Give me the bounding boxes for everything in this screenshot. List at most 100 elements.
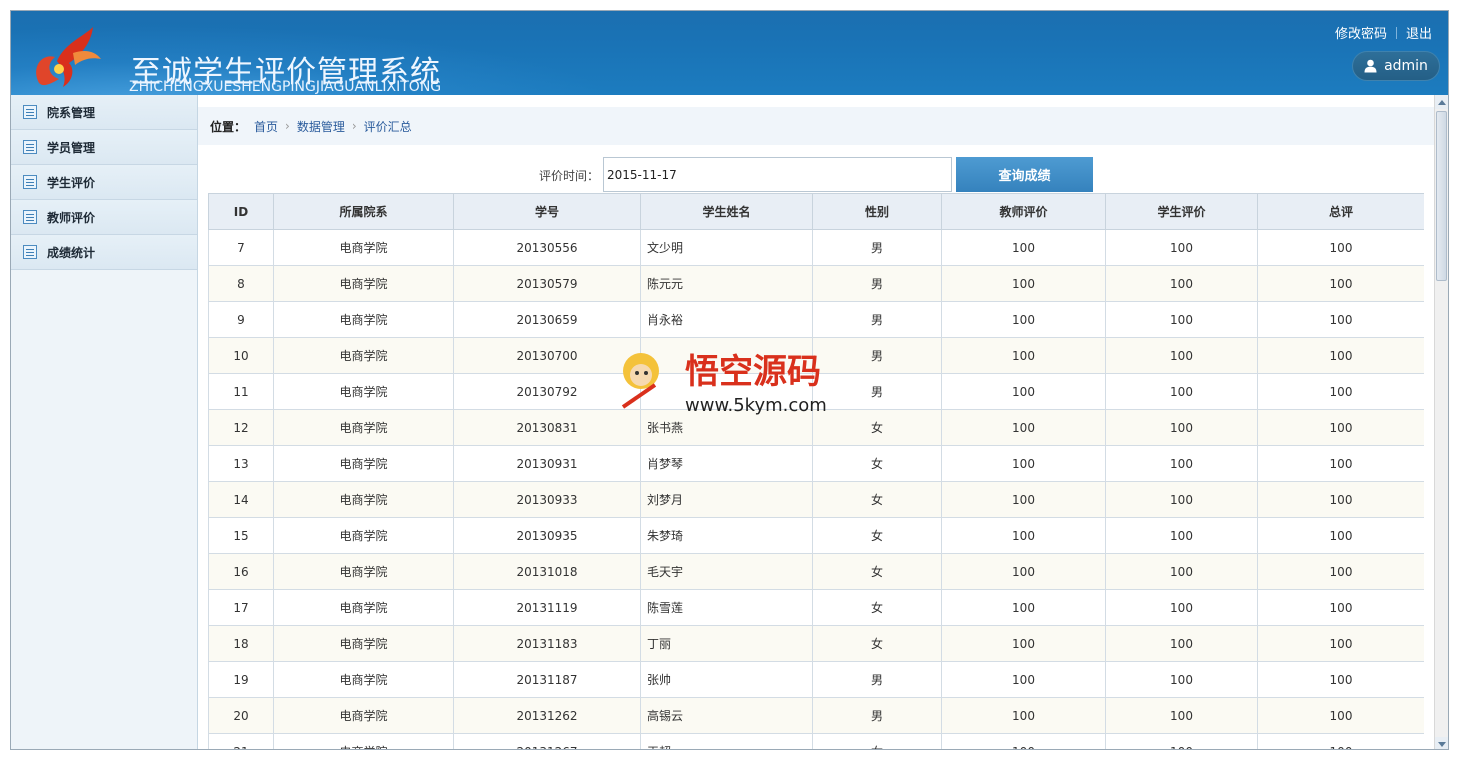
- table-cell: 100: [941, 265, 1106, 302]
- table-cell: 电商学院: [273, 445, 454, 482]
- table-cell: 陈雪莲: [640, 589, 813, 626]
- table-cell: 100: [1105, 589, 1258, 626]
- table-cell: 10: [208, 337, 274, 374]
- column-header: 教师评价: [941, 193, 1106, 230]
- table-cell: [640, 373, 813, 410]
- table-cell: 男: [812, 337, 942, 374]
- chevron-right-icon: ›: [351, 119, 357, 133]
- table-cell: 100: [1105, 337, 1258, 374]
- breadcrumb-home[interactable]: 首页: [254, 118, 278, 135]
- table-row: 13 电商学院 20130931 肖梦琴女 100 100 100: [208, 445, 1424, 482]
- user-icon: [1364, 59, 1377, 73]
- table-cell: 20131187: [453, 661, 641, 698]
- table-cell: 电商学院: [273, 553, 454, 590]
- table-cell: 11: [208, 373, 274, 410]
- breadcrumb-evaluation-summary[interactable]: 评价汇总: [364, 118, 412, 135]
- top-links: 修改密码 退出: [1335, 23, 1432, 42]
- table-cell: 张书燕: [640, 409, 813, 446]
- table-cell: 100: [941, 337, 1106, 374]
- table-cell: 100: [941, 625, 1106, 662]
- change-password-link[interactable]: 修改密码: [1335, 23, 1387, 42]
- table-cell: 电商学院: [273, 697, 454, 734]
- table-cell: 毛天宇: [640, 553, 813, 590]
- table-cell: 女: [812, 409, 942, 446]
- table-cell: 电商学院: [273, 661, 454, 698]
- table-cell: 100: [1257, 409, 1424, 446]
- table-cell: 王超: [640, 733, 813, 749]
- list-icon: [23, 105, 37, 119]
- table-cell: 100: [941, 661, 1106, 698]
- table-cell: 18: [208, 625, 274, 662]
- logo-icon: [36, 27, 101, 87]
- table-cell: 文少明: [640, 229, 813, 266]
- table-cell: 100: [1257, 301, 1424, 338]
- table-cell: 女: [812, 589, 942, 626]
- table-row: 15 电商学院 20130935 朱梦琦女 100 100 100: [208, 517, 1424, 554]
- table-cell: 女: [812, 553, 942, 590]
- breadcrumb: 位置： 首页 › 数据管理 › 评价汇总: [198, 107, 1436, 145]
- table-row: 7 电商学院 20130556 文少明男 100 100 100: [208, 229, 1424, 266]
- sidebar-item-label: 学员管理: [47, 140, 96, 155]
- user-menu[interactable]: admin: [1352, 51, 1440, 81]
- sidebar-item-departments[interactable]: 院系管理: [11, 95, 197, 130]
- logout-link[interactable]: 退出: [1406, 23, 1432, 42]
- table-cell: 20130700: [453, 337, 641, 374]
- sidebar-item-teacher-evaluation[interactable]: 教师评价: [11, 200, 197, 235]
- table-cell: 20130556: [453, 229, 641, 266]
- table-cell: 电商学院: [273, 265, 454, 302]
- sidebar-item-score-statistics[interactable]: 成绩统计: [11, 235, 197, 270]
- table-cell: 电商学院: [273, 733, 454, 749]
- table-cell: 电商学院: [273, 481, 454, 518]
- table-cell: 男: [812, 697, 942, 734]
- table-cell: 丁丽: [640, 625, 813, 662]
- table-cell: 17: [208, 589, 274, 626]
- table-cell: 20131183: [453, 625, 641, 662]
- table-cell: 100: [1257, 445, 1424, 482]
- table-cell: 100: [1105, 661, 1258, 698]
- column-header: 学生姓名: [640, 193, 813, 230]
- sidebar-item-student-evaluation[interactable]: 学生评价: [11, 165, 197, 200]
- table-cell: 男: [812, 229, 942, 266]
- table-cell: [640, 337, 813, 374]
- table-cell: 16: [208, 553, 274, 590]
- table-cell: 100: [1105, 625, 1258, 662]
- table-cell: 100: [1105, 229, 1258, 266]
- query-scores-button[interactable]: 查询成绩: [956, 157, 1093, 192]
- table-cell: 8: [208, 265, 274, 302]
- table-cell: 电商学院: [273, 589, 454, 626]
- table-cell: 100: [1105, 409, 1258, 446]
- table-row: 10 电商学院 20130700 男 100 100 100: [208, 337, 1424, 374]
- scrollbar-thumb[interactable]: [1436, 111, 1447, 281]
- app-window: 至诚学生评价管理系统 ZHICHENGXUESHENGPINGJIAGUANLI…: [10, 10, 1449, 750]
- table-row: 19 电商学院 20131187 张帅男 100 100 100: [208, 661, 1424, 698]
- table-cell: 100: [941, 697, 1106, 734]
- breadcrumb-data-management[interactable]: 数据管理: [297, 118, 345, 135]
- list-icon: [23, 175, 37, 189]
- table-cell: 20130792: [453, 373, 641, 410]
- table-row: 11 电商学院 20130792 男 100 100 100: [208, 373, 1424, 410]
- table-cell: 20131119: [453, 589, 641, 626]
- table-cell: 20130831: [453, 409, 641, 446]
- eval-date-input[interactable]: [603, 157, 952, 192]
- table-cell: 电商学院: [273, 301, 454, 338]
- table-cell: 100: [1257, 265, 1424, 302]
- table-cell: 20130933: [453, 481, 641, 518]
- table-cell: 100: [1105, 301, 1258, 338]
- sidebar-item-students[interactable]: 学员管理: [11, 130, 197, 165]
- table-row: 16 电商学院 20131018 毛天宇女 100 100 100: [208, 553, 1424, 590]
- table-row: 18 电商学院 20131183 丁丽女 100 100 100: [208, 625, 1424, 662]
- table-cell: 100: [1257, 337, 1424, 374]
- table-cell: 100: [941, 301, 1106, 338]
- table-row: 21电商学院20131267王超女100100100: [208, 733, 1424, 749]
- table-cell: 20131267: [453, 733, 641, 749]
- table-cell: 100: [1257, 229, 1424, 266]
- vertical-scrollbar[interactable]: [1434, 95, 1448, 749]
- table-cell: 15: [208, 517, 274, 554]
- table-cell: 19: [208, 661, 274, 698]
- scroll-up-arrow-icon[interactable]: [1435, 95, 1448, 109]
- table-cell: 20130935: [453, 517, 641, 554]
- scroll-down-arrow-icon[interactable]: [1435, 737, 1448, 749]
- table-cell: 12: [208, 409, 274, 446]
- header: 至诚学生评价管理系统 ZHICHENGXUESHENGPINGJIAGUANLI…: [11, 11, 1448, 95]
- table-cell: 朱梦琦: [640, 517, 813, 554]
